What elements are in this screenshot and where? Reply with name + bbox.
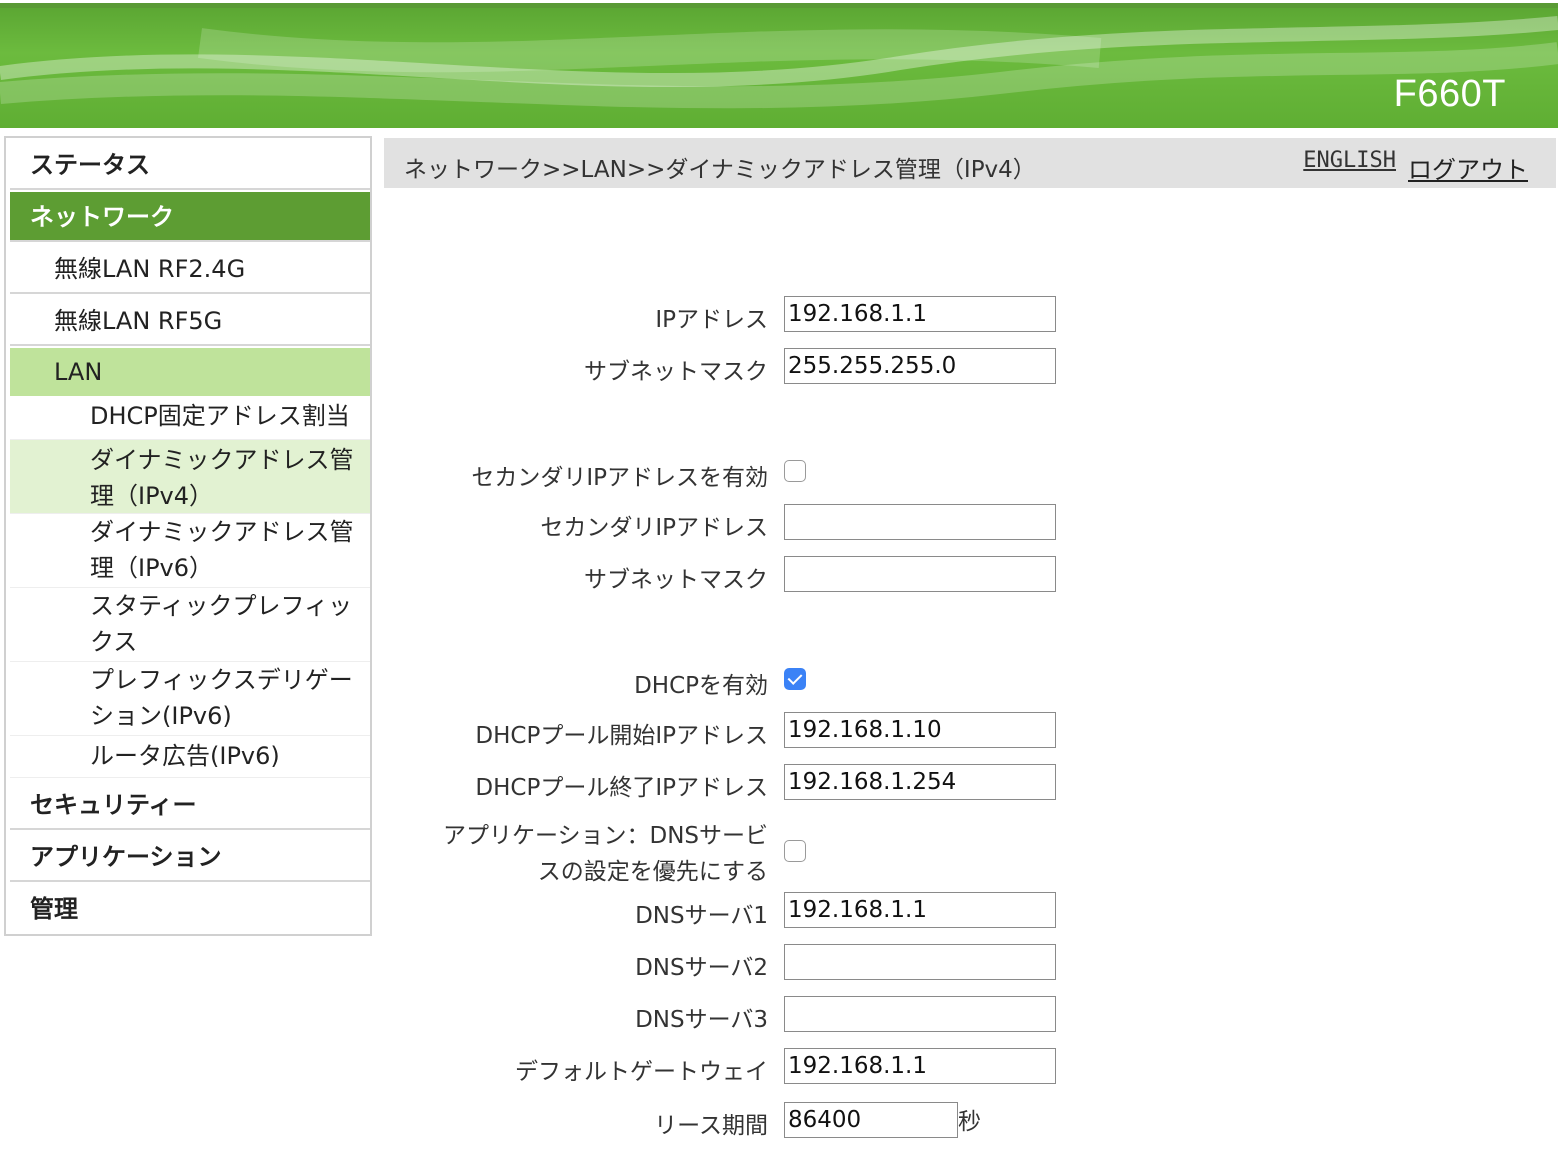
nav-router-advert[interactable]: ルータ広告(IPv6) — [10, 736, 370, 778]
mask-label: サブネットマスク — [584, 359, 768, 385]
dns1-label: DNSサーバ1 — [635, 903, 768, 929]
pool-end-label: DHCPプール終了IPアドレス — [475, 775, 768, 801]
row-secondary-ip: セカンダリIPアドレス — [384, 504, 1556, 544]
nav-dynamic-ipv6-line2: 理（IPv6） — [90, 554, 214, 582]
nav-dynamic-ipv6[interactable]: ダイナミックアドレス管 理（IPv6） — [10, 514, 370, 588]
nav-admin-label: 管理 — [30, 895, 78, 923]
nav-network-label: ネットワーク — [30, 203, 174, 231]
pool-end-input[interactable] — [784, 764, 1056, 800]
row-gateway: デフォルトゲートウェイ — [384, 1048, 1556, 1088]
nav-dynamic-ipv4[interactable]: ダイナミックアドレス管 理（IPv4） — [10, 440, 370, 514]
nav-static-prefix-line1: スタティックプレフィッ — [90, 592, 353, 620]
dns3-label: DNSサーバ3 — [635, 1007, 768, 1033]
nav-dynamic-ipv6-line1: ダイナミックアドレス管 — [90, 518, 354, 546]
nav-prefix-delegation-line2: ション(IPv6) — [90, 702, 232, 730]
row-app-dns: アプリケーション：DNSサービ スの設定を優先にする — [384, 814, 1556, 885]
row-pool-start: DHCPプール開始IPアドレス — [384, 712, 1556, 752]
row-lease: リース期間 秒 — [384, 1102, 1556, 1142]
secondary-enable-checkbox[interactable] — [784, 460, 806, 482]
nav-dynamic-ipv4-line1: ダイナミックアドレス管 — [90, 446, 354, 474]
secondary-ip-label: セカンダリIPアドレス — [540, 515, 768, 541]
pool-start-input[interactable] — [784, 712, 1056, 748]
gateway-label: デフォルトゲートウェイ — [515, 1059, 768, 1085]
app-dns-label-line1: アプリケーション：DNSサービ — [442, 823, 768, 849]
app-dns-label: アプリケーション：DNSサービ スの設定を優先にする — [443, 818, 768, 890]
ip-input[interactable] — [784, 296, 1056, 332]
device-model: F660T — [1393, 73, 1506, 115]
lease-label: リース期間 — [654, 1113, 768, 1139]
pool-start-label: DHCPプール開始IPアドレス — [475, 723, 768, 749]
mask-input[interactable] — [784, 348, 1056, 384]
nav-security-label: セキュリティー — [30, 791, 197, 819]
dhcp-enable-checkbox[interactable] — [784, 668, 806, 690]
dns3-input[interactable] — [784, 996, 1056, 1032]
nav-security[interactable]: セキュリティー — [10, 780, 370, 830]
app-dns-checkbox[interactable] — [784, 840, 806, 862]
lease-input[interactable] — [784, 1102, 958, 1138]
ip-label: IPアドレス — [655, 307, 768, 333]
nav-wifi-5g-label: 無線LAN RF5G — [54, 307, 223, 335]
dns2-input[interactable] — [784, 944, 1056, 980]
dhcp-enable-label: DHCPを有効 — [634, 673, 768, 699]
nav-lan-label: LAN — [54, 358, 103, 386]
nav-admin[interactable]: 管理 — [10, 884, 370, 932]
english-link[interactable]: ENGLISH — [1303, 148, 1396, 173]
nav-dhcp-static-label: DHCP固定アドレス割当 — [90, 402, 350, 430]
nav-status[interactable]: ステータス — [10, 140, 370, 190]
logout-link[interactable]: ログアウト — [1408, 150, 1528, 185]
secondary-enable-label: セカンダリIPアドレスを有効 — [471, 465, 768, 491]
secondary-mask-label: サブネットマスク — [584, 567, 768, 593]
lease-unit: 秒 — [958, 1109, 981, 1135]
nav-application[interactable]: アプリケーション — [10, 832, 370, 882]
row-secondary-enable: セカンダリIPアドレスを有効 — [384, 454, 1556, 494]
nav-wifi-5g[interactable]: 無線LAN RF5G — [10, 296, 370, 346]
dns2-label: DNSサーバ2 — [635, 955, 768, 981]
banner-swoosh — [0, 16, 1558, 109]
nav-dhcp-static[interactable]: DHCP固定アドレス割当 — [10, 396, 370, 440]
breadcrumb-bar: ネットワーク>>LAN>>ダイナミックアドレス管理（IPv4） ENGLISH … — [384, 138, 1556, 188]
nav-dynamic-ipv4-line2: 理（IPv4） — [90, 482, 214, 510]
row-mask: サブネットマスク — [384, 348, 1556, 388]
secondary-mask-input[interactable] — [784, 556, 1056, 592]
nav-static-prefix[interactable]: スタティックプレフィッ クス — [10, 588, 370, 662]
row-dhcp-enable: DHCPを有効 — [384, 662, 1556, 702]
nav-network[interactable]: ネットワーク — [10, 192, 370, 242]
app-dns-label-line2: スの設定を優先にする — [537, 859, 768, 885]
sidebar: ステータス ネットワーク 無線LAN RF2.4G 無線LAN RF5G LAN… — [4, 136, 372, 936]
nav-status-label: ステータス — [30, 151, 150, 179]
nav-wifi-24g-label: 無線LAN RF2.4G — [54, 255, 246, 283]
nav-application-label: アプリケーション — [30, 843, 222, 871]
row-secondary-mask: サブネットマスク — [384, 556, 1556, 596]
row-dns1: DNSサーバ1 — [384, 892, 1556, 932]
nav-static-prefix-line2: クス — [90, 628, 138, 656]
nav-wifi-24g[interactable]: 無線LAN RF2.4G — [10, 244, 370, 294]
row-ip: IPアドレス — [384, 296, 1556, 336]
gateway-input[interactable] — [784, 1048, 1056, 1084]
secondary-ip-input[interactable] — [784, 504, 1056, 540]
nav-prefix-delegation[interactable]: プレフィックスデリゲー ション(IPv6) — [10, 662, 370, 736]
breadcrumb: ネットワーク>>LAN>>ダイナミックアドレス管理（IPv4） — [404, 157, 1036, 183]
nav-lan[interactable]: LAN — [10, 348, 370, 396]
header-banner: F660T — [0, 0, 1558, 128]
row-dns3: DNSサーバ3 — [384, 996, 1556, 1036]
dns1-input[interactable] — [784, 892, 1056, 928]
row-dns2: DNSサーバ2 — [384, 944, 1556, 984]
nav-router-advert-label: ルータ広告(IPv6) — [90, 742, 280, 770]
nav-prefix-delegation-line1: プレフィックスデリゲー — [90, 666, 353, 694]
row-pool-end: DHCPプール終了IPアドレス — [384, 764, 1556, 804]
